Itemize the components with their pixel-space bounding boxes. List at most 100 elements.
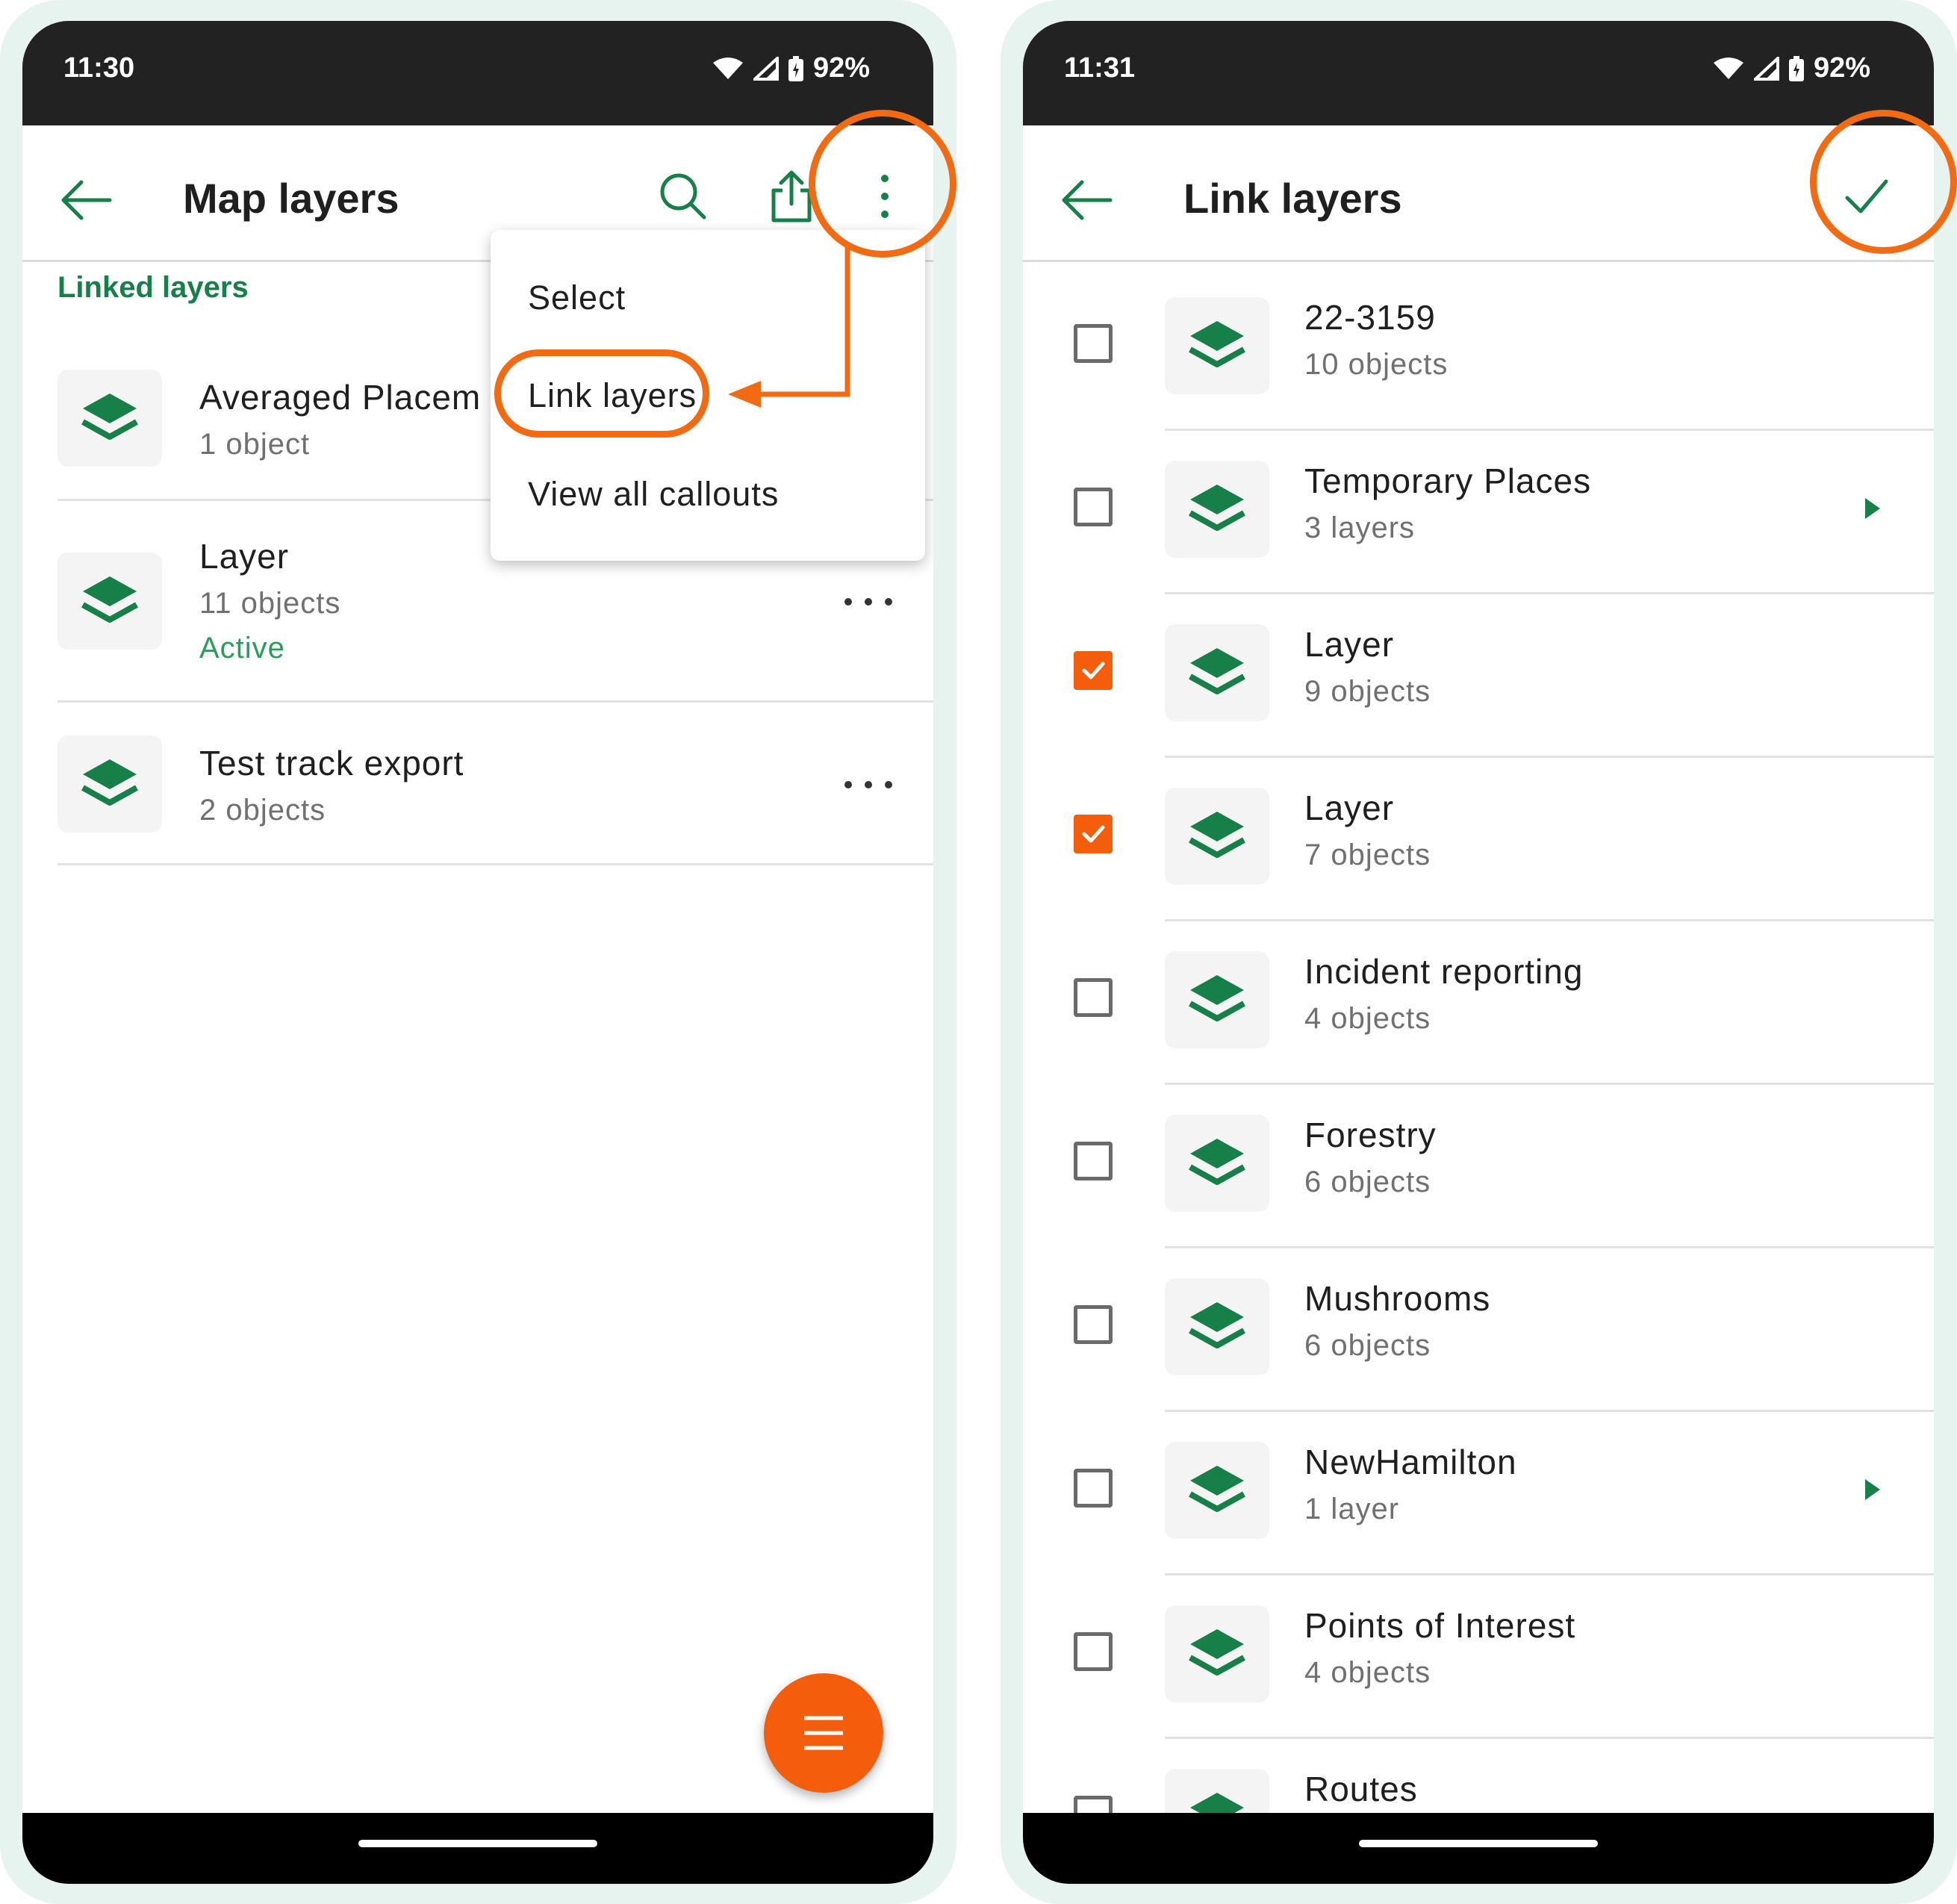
layer-list-item[interactable]: Points of Interest 4 objects <box>1023 1575 1934 1739</box>
layer-name: Test track export <box>199 744 464 783</box>
layers-icon <box>1189 485 1245 531</box>
checkbox[interactable] <box>1074 488 1113 526</box>
app-bar: Link layers <box>1023 125 1934 262</box>
layer-name: Layer <box>1304 625 1395 664</box>
active-status: Active <box>199 632 285 665</box>
menu-item-view-all-callouts[interactable]: View all callouts <box>528 475 779 514</box>
status-bar: 11:31 92% <box>1023 21 1934 125</box>
battery-icon <box>1788 55 1804 81</box>
nav-bar <box>22 1813 933 1884</box>
layers-icon <box>1189 975 1245 1021</box>
checkmark-icon <box>1082 825 1105 843</box>
phone-link-layers: 11:31 92% Link layers 22-3159 10 objects T… <box>1001 0 1957 1904</box>
checkbox[interactable] <box>1074 978 1113 1017</box>
checkbox[interactable] <box>1074 1632 1113 1671</box>
more-horiz-icon[interactable] <box>842 777 895 792</box>
layer-list-item[interactable]: NewHamilton 1 layer <box>1023 1412 1934 1575</box>
checkbox-checked[interactable] <box>1074 651 1113 690</box>
status-indicators: 92% <box>1712 52 1870 84</box>
status-indicators: 92% <box>712 52 870 84</box>
search-icon[interactable] <box>653 167 713 226</box>
layer-thumbnail <box>1165 461 1269 558</box>
layer-name: Incident reporting <box>1304 952 1584 991</box>
layers-icon <box>81 759 138 806</box>
checkbox-checked[interactable] <box>1074 815 1113 853</box>
section-label-linked-layers: Linked layers <box>57 271 249 304</box>
checkbox[interactable] <box>1074 1469 1113 1508</box>
home-indicator[interactable] <box>1359 1840 1598 1847</box>
layer-name: Points of Interest <box>1304 1606 1576 1645</box>
layers-icon <box>1189 648 1245 694</box>
layers-icon <box>81 576 138 623</box>
layer-count: 4 objects <box>1304 1002 1431 1035</box>
menu-icon <box>804 1716 843 1750</box>
layer-name: Layer <box>199 537 290 576</box>
layer-name: Mushrooms <box>1304 1279 1491 1318</box>
layer-list-item[interactable]: Layer 7 objects <box>1023 758 1934 921</box>
layer-list-item[interactable]: Forestry 6 objects <box>1023 1085 1934 1248</box>
layers-icon <box>81 393 138 440</box>
signal-icon <box>753 56 779 81</box>
arrow-back-icon[interactable] <box>1057 174 1116 226</box>
wifi-icon <box>1713 57 1743 79</box>
layer-name: Layer <box>1304 788 1395 827</box>
layer-name: Temporary Places <box>1304 461 1592 500</box>
layer-count: 9 objects <box>1304 675 1431 708</box>
layer-count: 4 objects <box>1304 1656 1431 1689</box>
layer-count: 2 objects <box>199 794 326 827</box>
wifi-icon <box>712 57 743 79</box>
layer-count: 7 objects <box>1304 839 1431 871</box>
battery-level: 92% <box>1813 52 1870 84</box>
layer-count: 10 objects <box>1304 348 1449 381</box>
nav-bar <box>1023 1813 1934 1884</box>
layer-name: Routes <box>1304 1770 1418 1808</box>
layer-thumbnail <box>1165 1605 1269 1702</box>
layer-list-item[interactable]: Layer 9 objects <box>1023 594 1934 758</box>
layer-count: 3 layers <box>1304 511 1416 544</box>
layer-thumbnail <box>1165 1442 1269 1539</box>
battery-icon <box>788 55 803 81</box>
signal-icon <box>1753 56 1779 81</box>
layer-thumbnail <box>1165 788 1269 885</box>
home-indicator[interactable] <box>358 1840 597 1847</box>
arrow-back-icon[interactable] <box>56 174 116 226</box>
highlight-confirm-button <box>1810 110 1957 254</box>
layers-icon <box>1189 1466 1245 1512</box>
layer-thumbnail <box>1165 1115 1269 1212</box>
phone-map-layers: 11:30 92% Map layers Linked layers Avera… <box>0 0 956 1904</box>
status-bar: 11:30 92% <box>22 21 933 125</box>
layer-thumbnail <box>57 735 162 833</box>
layer-list-item[interactable]: Incident reporting 4 objects <box>1023 921 1934 1085</box>
checkbox[interactable] <box>1074 1142 1113 1180</box>
expand-arrow-icon[interactable] <box>1862 497 1882 520</box>
layer-thumbnail <box>57 553 162 650</box>
layer-count: 6 objects <box>1304 1166 1431 1198</box>
annotation-arrow <box>728 245 850 408</box>
layer-list-item[interactable]: 22-3159 10 objects <box>1023 267 1934 431</box>
layer-name: NewHamilton <box>1304 1443 1517 1481</box>
layer-name: Forestry <box>1304 1116 1437 1154</box>
divider <box>57 700 933 703</box>
menu-item-select[interactable]: Select <box>528 279 626 317</box>
layer-count: 1 object <box>199 428 311 461</box>
page-title: Link layers <box>1183 175 1402 222</box>
status-time: 11:31 <box>1064 52 1136 84</box>
layer-name: 22-3159 <box>1304 298 1436 337</box>
checkbox[interactable] <box>1074 324 1113 363</box>
layers-icon <box>1189 812 1245 858</box>
more-horiz-icon[interactable] <box>842 594 895 609</box>
status-time: 11:30 <box>63 52 135 84</box>
expand-arrow-icon[interactable] <box>1862 1478 1882 1502</box>
layers-icon <box>1189 1629 1245 1676</box>
highlight-overflow-button <box>809 110 956 258</box>
checkmark-icon <box>1082 662 1105 679</box>
layer-thumbnail <box>1165 624 1269 721</box>
fab-menu-button[interactable] <box>764 1673 883 1793</box>
layers-icon <box>1189 1302 1245 1348</box>
checkbox[interactable] <box>1074 1305 1113 1344</box>
layer-list-item[interactable]: Temporary Places 3 layers <box>1023 431 1934 594</box>
screen: 11:31 92% Link layers 22-3159 10 objects T… <box>1023 21 1934 1884</box>
layer-count: 1 layer <box>1304 1493 1400 1525</box>
layer-count: 6 objects <box>1304 1329 1431 1362</box>
layer-list-item[interactable]: Mushrooms 6 objects <box>1023 1248 1934 1412</box>
